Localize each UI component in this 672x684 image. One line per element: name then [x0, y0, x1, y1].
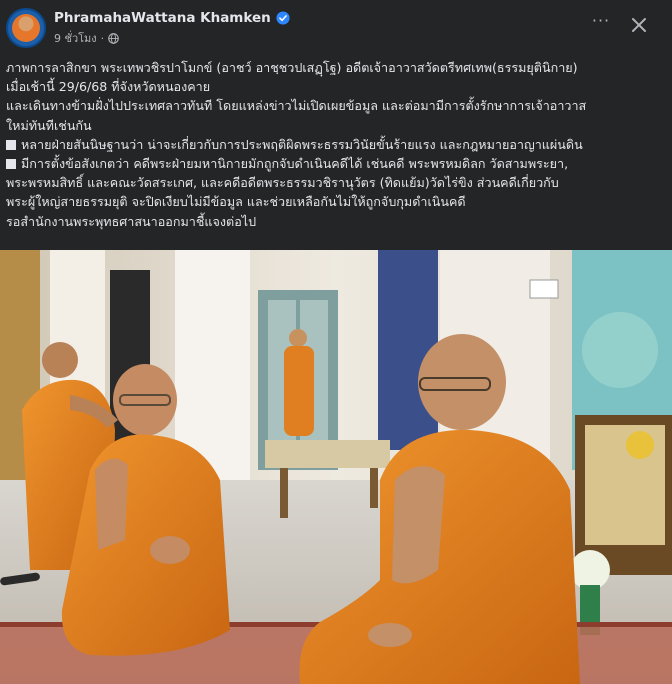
- caption-bullet-text: มีการตั้งข้อสังเกตว่า คดีพระฝ่ายมหานิกาย…: [21, 156, 569, 172]
- caption-bullet-text: หลายฝ่ายสันนิษฐานว่า น่าจะเกี่ยวกับการปร…: [21, 136, 583, 152]
- post-timestamp[interactable]: 9 ชั่วโมง: [54, 29, 97, 47]
- verified-badge-icon: [276, 11, 290, 25]
- bench-leg: [280, 468, 288, 518]
- post-meta: 9 ชั่วโมง ·: [54, 31, 119, 45]
- bench-leg: [370, 468, 378, 508]
- caption-line: และเดินทางข้ามฝั่งไปประเทศลาวทันที โดยแห…: [6, 98, 587, 114]
- globe-icon[interactable]: [108, 32, 119, 44]
- wooden-bench: [265, 440, 390, 468]
- blue-curtain: [378, 250, 438, 450]
- caption-line: ใหม่ทันทีเช่นกัน: [6, 117, 92, 133]
- caption-line: ภาพการลาสิกขา พระเทพวชิรปาโมกข์ (อาชว์ อ…: [6, 60, 578, 75]
- square-bullet-icon: [6, 139, 16, 150]
- more-options-icon[interactable]: ···: [590, 13, 612, 36]
- photo-illustration: [0, 250, 672, 684]
- page-avatar[interactable]: [6, 8, 46, 48]
- post-header: PhramahaWattana Khamken 9 ชั่วโมง · ···: [0, 0, 672, 52]
- caption-line: เมื่อเช้านี้ 29/6/68 ที่จังหวัดหนองคาย: [6, 79, 211, 95]
- white-flowers: [570, 550, 610, 590]
- caption-line: รอสำนักงานพระพุทธศาสนาออกมาชี้แจงต่อไป: [6, 213, 257, 229]
- post-caption: ภาพการลาสิกขา พระเทพวชิรปาโมกข์ (อาชว์ อ…: [6, 58, 666, 231]
- facebook-post: PhramahaWattana Khamken 9 ชั่วโมง · ··· …: [0, 0, 672, 684]
- close-icon[interactable]: [628, 14, 650, 36]
- square-bullet-icon: [6, 159, 16, 170]
- wall-outlet: [529, 279, 559, 299]
- flower-garland: [626, 431, 654, 459]
- meta-separator: ·: [100, 31, 105, 45]
- avatar-monk-figure: [12, 14, 40, 42]
- caption-line-bullet: มีการตั้งข้อสังเกตว่า คดีพระฝ่ายมหานิกาย…: [6, 154, 666, 173]
- page-name-link[interactable]: PhramahaWattana Khamken: [54, 10, 271, 26]
- post-photo[interactable]: [0, 250, 672, 684]
- caption-line: พระผู้ใหญ่สายธรรมยุติ จะปิดเงียบไม่มีข้อ…: [6, 194, 466, 210]
- caption-line: พระพรหมสิทธิ์ และคณะวัดสระเกศ, และคดีอดี…: [6, 175, 559, 191]
- name-row: PhramahaWattana Khamken: [54, 9, 290, 27]
- caption-line-bullet: หลายฝ่ายสันนิษฐานว่า น่าจะเกี่ยวกับการปร…: [6, 135, 666, 154]
- mural-detail: [582, 312, 658, 388]
